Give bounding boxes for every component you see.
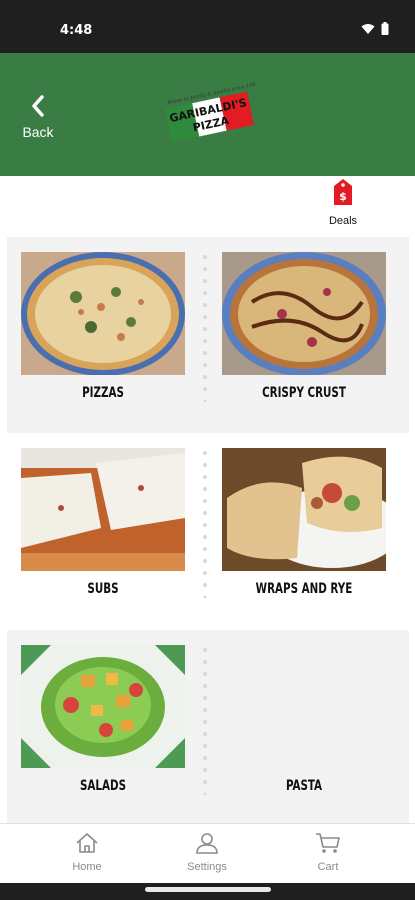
category-crispy-crust[interactable]: CRISPY CRUST — [222, 252, 386, 432]
divider-dots — [203, 255, 207, 402]
svg-text:$: $ — [339, 190, 347, 203]
deals-button[interactable]: $ Deals — [323, 178, 363, 234]
deals-label: Deals — [328, 215, 358, 227]
category-label: SALADS — [79, 778, 127, 794]
category-label: WRAPS AND RYE — [255, 581, 353, 597]
nav-home-label: Home — [72, 861, 102, 873]
category-label: CRISPY CRUST — [262, 385, 346, 401]
category-row: PIZZAS CRISPY CRUST — [7, 237, 409, 433]
nav-home[interactable]: Home — [47, 832, 127, 873]
app-header: Back Home to family & quality since 1987… — [0, 53, 415, 176]
nav-cart-label: Cart — [317, 861, 339, 873]
status-icons — [361, 22, 389, 35]
category-subs[interactable]: SUBS — [21, 448, 185, 628]
subs-photo — [21, 448, 185, 571]
garibaldis-pizza-logo: Home to family & quality since 1987 GARI… — [164, 82, 255, 143]
category-grid: PIZZAS CRISPY CRUST SUBS WRAPS AND RYE S… — [7, 237, 409, 826]
pasta-photo-placeholder — [222, 645, 386, 768]
category-pasta[interactable]: PASTA — [222, 645, 386, 825]
home-icon — [76, 833, 98, 853]
back-button[interactable]: Back — [18, 95, 58, 145]
category-row: SUBS WRAPS AND RYE — [7, 433, 409, 629]
category-row: SALADS PASTA — [7, 630, 409, 826]
salads-photo — [21, 645, 185, 768]
user-icon — [196, 833, 218, 854]
divider-dots — [203, 648, 207, 795]
status-time: 4:48 — [60, 23, 93, 38]
bottom-nav: Home Settings Cart — [0, 823, 415, 883]
nav-settings[interactable]: Settings — [167, 832, 247, 873]
wraps-photo — [222, 448, 386, 571]
nav-settings-label: Settings — [187, 861, 227, 873]
home-indicator[interactable] — [145, 887, 271, 892]
back-label: Back — [22, 124, 54, 140]
cart-icon — [316, 833, 340, 853]
category-label: PIZZAS — [82, 385, 124, 401]
category-label: SUBS — [87, 581, 119, 597]
divider-dots — [203, 451, 207, 598]
nav-cart[interactable]: Cart — [288, 832, 368, 873]
status-bar: 4:48 — [0, 0, 415, 53]
wifi-icon — [361, 23, 375, 34]
battery-icon — [381, 22, 389, 35]
chevron-left-icon — [32, 95, 44, 117]
price-tag-icon: $ — [334, 179, 352, 205]
pizza-photo — [21, 252, 185, 375]
crispy-crust-photo — [222, 252, 386, 375]
category-label: PASTA — [285, 778, 323, 794]
category-salads[interactable]: SALADS — [21, 645, 185, 825]
category-wraps-and-rye[interactable]: WRAPS AND RYE — [222, 448, 386, 628]
category-pizzas[interactable]: PIZZAS — [21, 252, 185, 432]
